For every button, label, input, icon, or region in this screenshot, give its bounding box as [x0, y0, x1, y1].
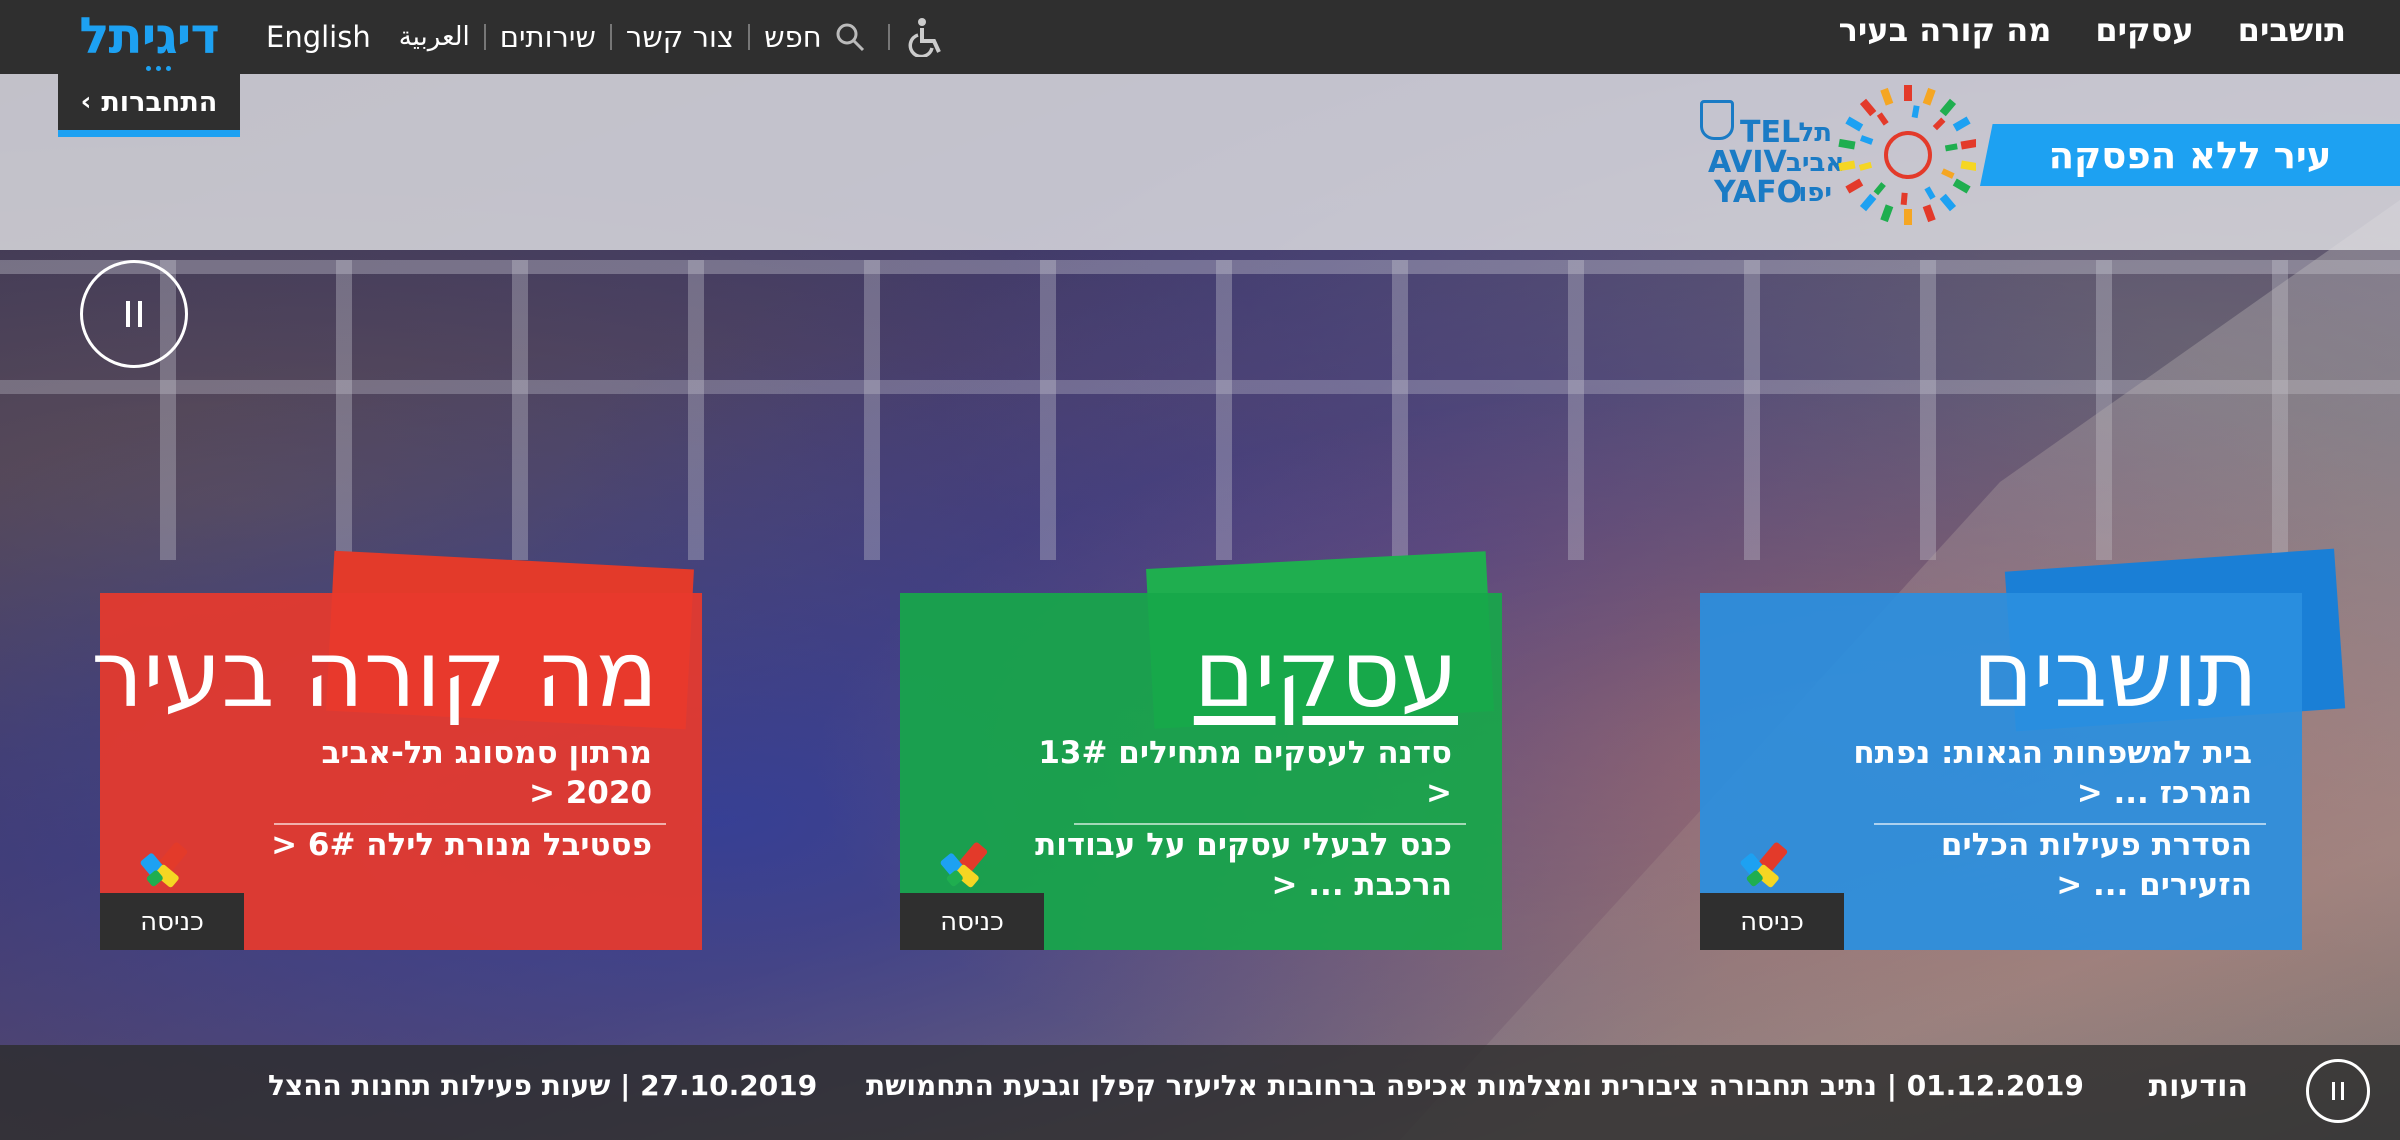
- card-link[interactable]: כנס לבעלי עסקים על עבודות הרכבת ... <: [1032, 825, 1452, 905]
- card-whats-on: מה קורה בעיר מרתון סמסונג תל-אביב 2020 <…: [91, 550, 702, 950]
- utility-nav: English العربية שירותים צור קשר חפש: [252, 0, 960, 74]
- card-link[interactable]: בית למשפחות הגאות: נפתח המרכז ... <: [1832, 733, 2252, 813]
- card-link[interactable]: סדנה לעסקים מתחילים 13# <: [1032, 733, 1452, 813]
- logo-hebrew-aviv: אביב: [1786, 148, 1845, 178]
- pause-icon: [138, 301, 142, 327]
- city-burst-icon: [1838, 85, 1976, 225]
- city-crest-icon: [1700, 100, 1734, 140]
- digitel-mark-icon: [140, 842, 188, 888]
- tel-aviv-yafo-logo[interactable]: TEL AVIV YAFO תל אביב יפו: [1700, 80, 1980, 230]
- enter-button[interactable]: כניסה: [100, 893, 244, 950]
- pause-icon: [126, 301, 130, 327]
- brand-block: דיגיתל ‹ התחברות: [58, 0, 240, 137]
- ticker-pause-button[interactable]: [2306, 1059, 2370, 1123]
- digitel-mark-icon: [1740, 842, 1788, 888]
- logo-hebrew-text: תל אביב יפו: [1786, 118, 1845, 208]
- pause-icon: [2341, 1082, 2344, 1100]
- digitel-mark-icon: [940, 842, 988, 888]
- pause-icon: [2332, 1082, 2335, 1100]
- language-arabic-link[interactable]: العربية: [385, 22, 484, 52]
- services-link[interactable]: שירותים: [486, 20, 610, 54]
- ticker-item[interactable]: 01.12.2019 | נתיב תחבורה ציבורית ומצלמות…: [866, 1069, 2084, 1102]
- ticker-label: הודעות: [2148, 1069, 2248, 1104]
- enter-button[interactable]: כניסה: [1700, 893, 1844, 950]
- announcements-ticker: 27.10.2019 | שעות פעילות תחנות ההצל 01.1…: [0, 1045, 2400, 1140]
- logo-hebrew-yafo: יפו: [1798, 178, 1832, 208]
- enter-button[interactable]: כניסה: [900, 893, 1044, 950]
- card-title[interactable]: עסקים: [1194, 621, 1458, 728]
- search-icon: [834, 21, 866, 53]
- contact-link[interactable]: צור קשר: [612, 20, 748, 54]
- card-title[interactable]: מה קורה בעיר: [91, 621, 658, 728]
- search-button[interactable]: חפש: [750, 20, 888, 54]
- search-label: חפש: [764, 20, 822, 54]
- card-link[interactable]: מרתון סמסונג תל-אביב 2020 <: [232, 733, 652, 813]
- login-label: התחברות: [101, 86, 218, 118]
- city-slogan: עיר ללא הפסקה: [1980, 124, 2400, 186]
- digitel-logo[interactable]: דיגיתל: [58, 0, 240, 72]
- card-title[interactable]: תושבים: [1972, 621, 2258, 728]
- card-business: עסקים סדנה לעסקים מתחילים 13# < כנס לבעל…: [900, 551, 1502, 950]
- accessibility-icon[interactable]: [890, 17, 960, 57]
- logo-hebrew-tel: תל: [1798, 118, 1833, 148]
- main-nav: מה קורה בעיר עסקים תושבים: [1839, 0, 2346, 60]
- main-nav-item-business[interactable]: עסקים: [2095, 11, 2193, 49]
- main-nav-item-residents[interactable]: תושבים: [2238, 11, 2346, 49]
- hero-pause-button[interactable]: [80, 260, 188, 368]
- language-english-link[interactable]: English: [252, 20, 385, 54]
- top-navigation-bar: English العربية שירותים צור קשר חפש מה ק…: [0, 0, 2400, 74]
- chevron-left-icon: ‹: [80, 87, 92, 117]
- card-link[interactable]: הסדרת פעילות הכלים הזעירים ... <: [1832, 825, 2252, 905]
- main-nav-item-whats-on[interactable]: מה קורה בעיר: [1839, 11, 2052, 49]
- card-link[interactable]: פסטיבל מנורת לילה 6# <: [232, 825, 652, 865]
- logo-text-aviv: AVIV: [1708, 145, 1787, 180]
- logo-dots: [146, 66, 171, 71]
- card-residents: תושבים בית למשפחות הגאות: נפתח המרכז ...…: [1700, 548, 2346, 950]
- ticker-item[interactable]: 27.10.2019 | שעות פעילות תחנות ההצל: [268, 1069, 817, 1102]
- login-button[interactable]: ‹ התחברות: [58, 74, 240, 137]
